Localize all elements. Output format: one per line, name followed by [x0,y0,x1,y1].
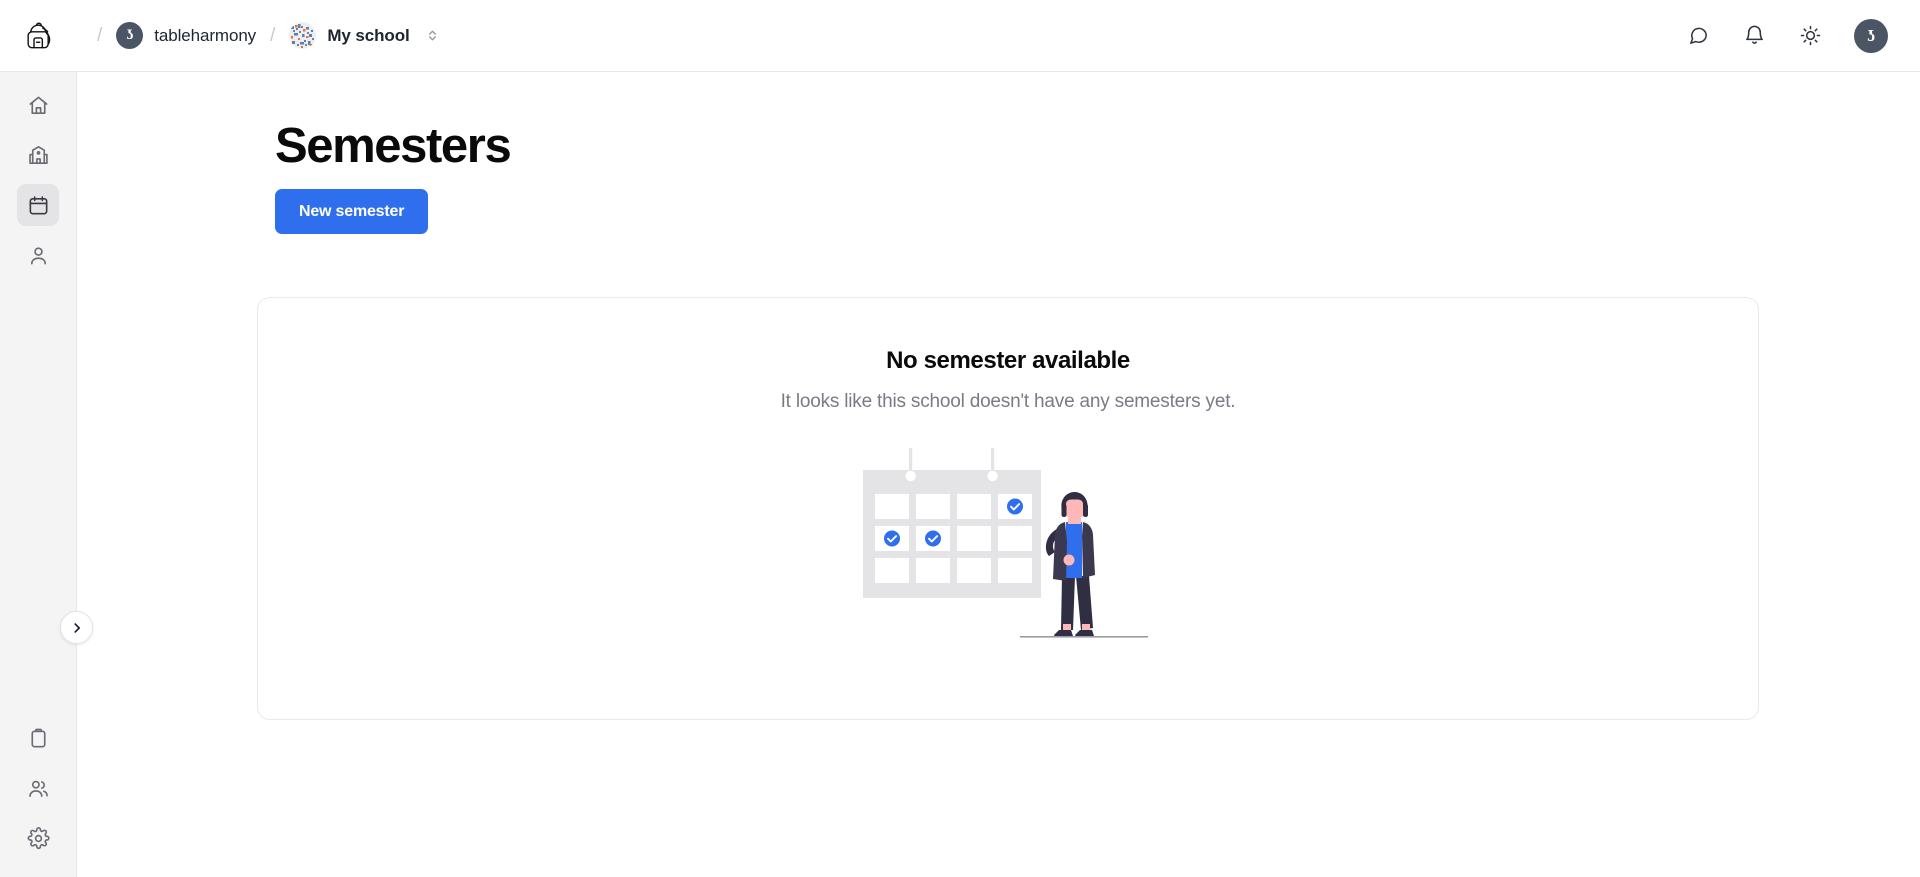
empty-state-title: No semester available [886,347,1130,374]
breadcrumb-item-school[interactable]: My school [289,22,410,49]
new-semester-button[interactable]: New semester [275,189,429,234]
app-root: / ʖ tableharmony / My school ʖ Semesters… [0,0,1920,877]
chevron-right-icon [73,622,80,633]
home-icon [29,96,47,114]
breadcrumb-item-org[interactable]: ʖ tableharmony [116,22,256,49]
main-content: Semesters New semester No semester avail… [77,72,1920,877]
semesters-empty-card: No semester available It looks like this… [257,297,1759,720]
breadcrumb-org-label: tableharmony [154,25,257,45]
empty-state-illustration [258,448,1758,653]
identicon-icon [289,22,317,49]
sidebar-item-school[interactable] [17,134,59,176]
breadcrumb-school-label: My school [327,25,410,45]
sidebar-item-settings[interactable] [17,817,59,859]
sidebar-top-group [17,84,59,276]
sidebar-bottom-group [17,717,59,859]
gear-icon [27,826,50,849]
notifications-button[interactable] [1742,24,1766,48]
school-icon [28,145,48,164]
user-avatar[interactable]: ʖ [1854,18,1888,53]
backpack-logo-icon [26,22,50,48]
breadcrumb-separator-1: / [97,24,103,46]
bell-icon [1745,25,1763,44]
sidebar-item-members[interactable] [17,767,59,809]
sidebar-item-home[interactable] [17,84,59,126]
users-icon [28,780,48,797]
school-switcher-button[interactable] [425,28,440,43]
calendar-icon [29,195,47,214]
breadcrumb-separator-2: / [270,24,276,46]
sidebar [0,72,77,877]
chevron-up-down-icon [428,30,436,41]
org-avatar: ʖ [116,22,144,49]
sidebar-expand-button[interactable] [60,611,93,644]
empty-state-description: It looks like this school doesn't have a… [780,391,1236,412]
sidebar-item-profile[interactable] [17,234,59,276]
breadcrumb: / ʖ tableharmony / My school [77,22,440,49]
check-icon [884,530,900,547]
calendar-with-person-illustration [863,448,1148,638]
sun-icon [1800,25,1820,46]
messages-button[interactable] [1686,24,1710,48]
school-avatar [289,22,317,49]
app-logo[interactable] [0,0,77,71]
check-icon [925,530,941,547]
chat-bubble-icon [1689,27,1707,44]
check-icon [1007,498,1023,515]
user-icon [30,246,46,264]
sidebar-item-assignments[interactable] [17,717,59,759]
sidebar-item-semesters[interactable] [17,184,59,226]
person-figure [1045,492,1095,636]
top-header: / ʖ tableharmony / My school ʖ [0,0,1920,72]
page-title: Semesters [275,119,512,173]
clipboard-icon [30,728,46,747]
theme-toggle-button[interactable] [1798,24,1822,48]
header-actions: ʖ [1686,18,1920,53]
